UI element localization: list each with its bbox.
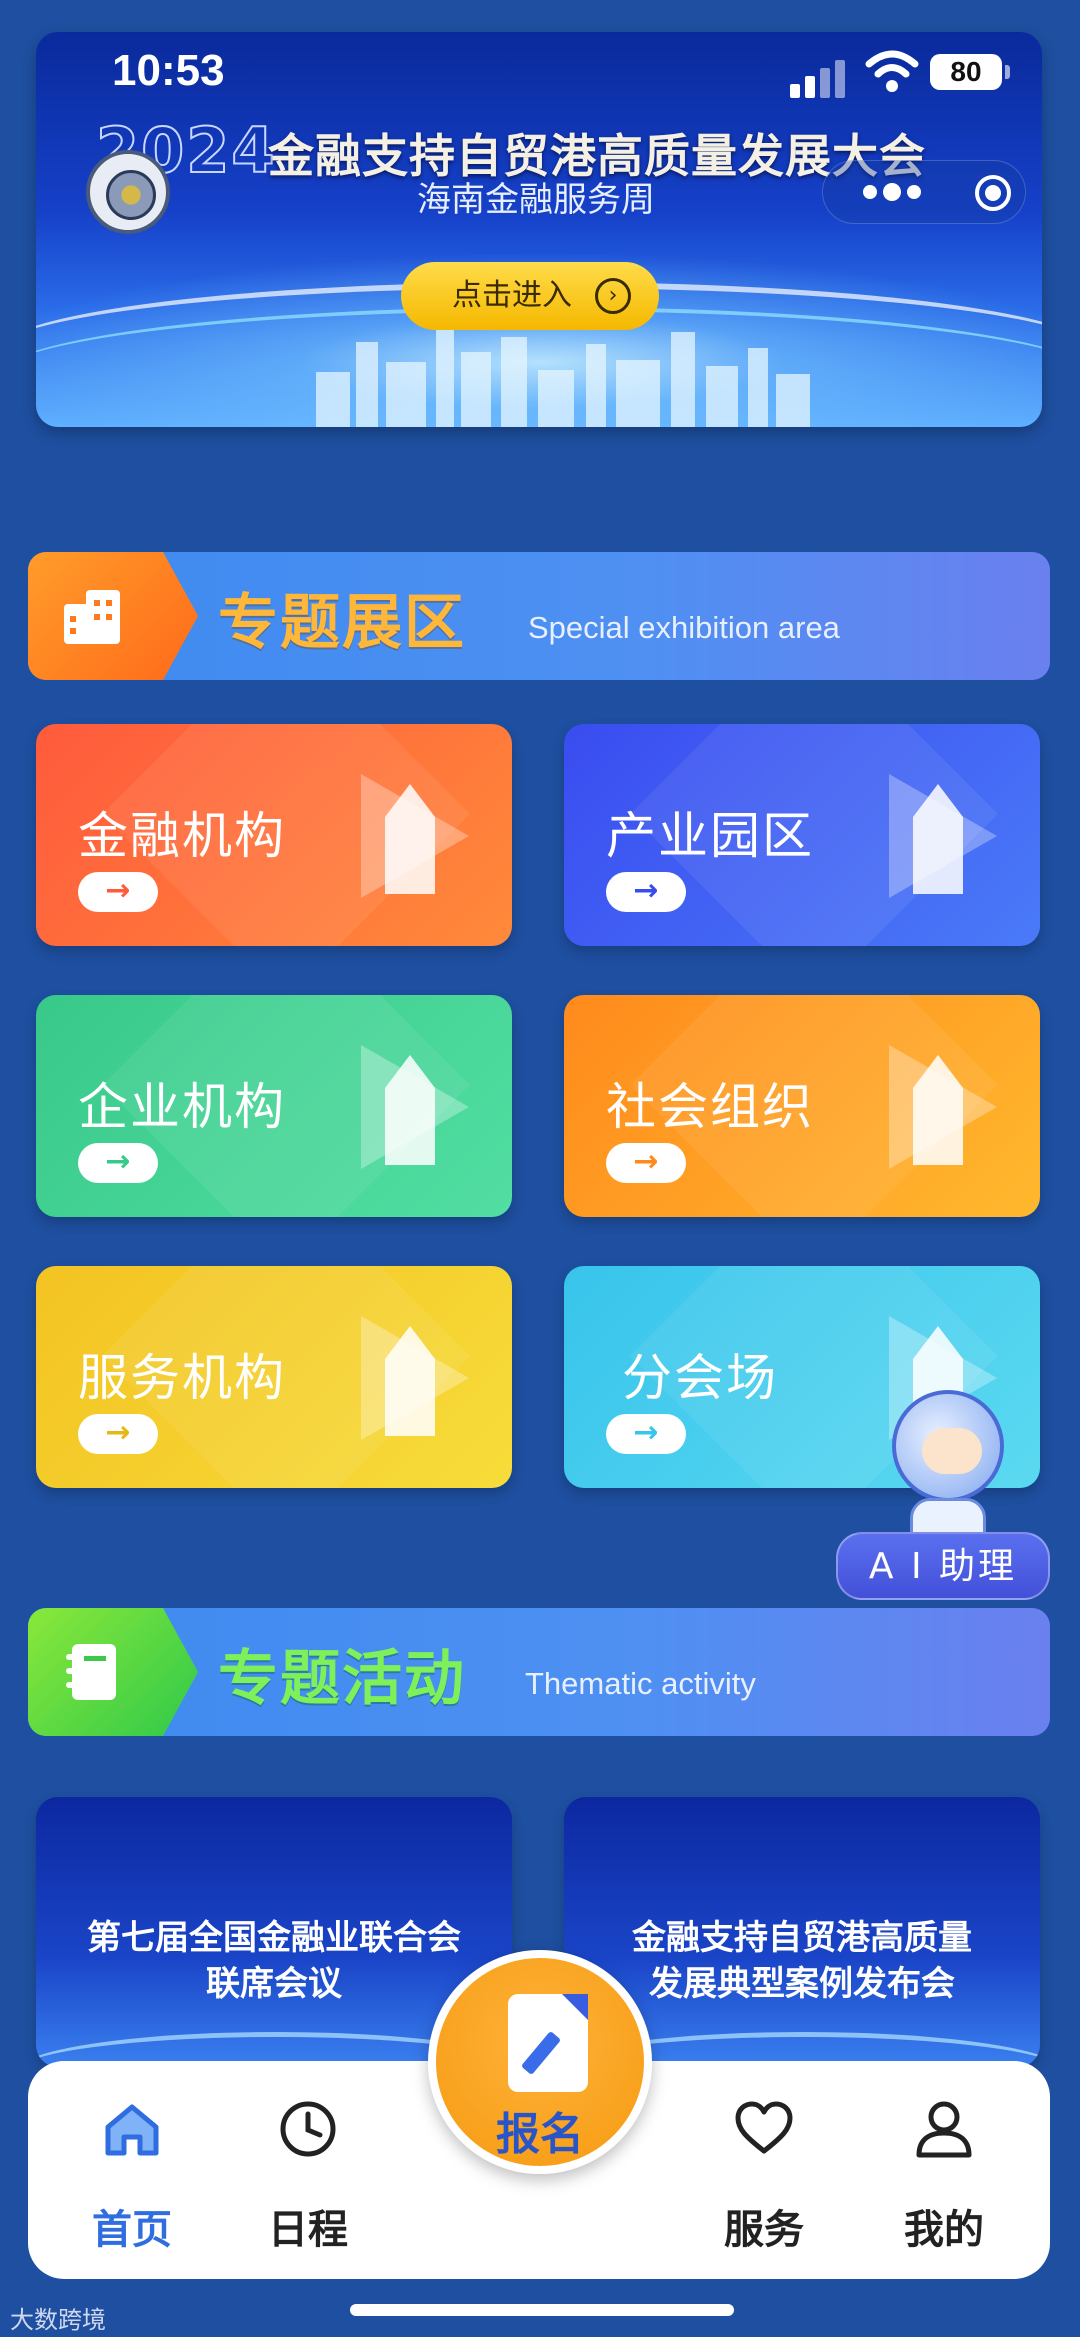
register-button[interactable]: 报名 xyxy=(428,1950,652,2174)
card-decoration xyxy=(361,774,471,899)
activity-title: 第七届全国金融业联合会 联席会议 xyxy=(36,1915,512,2007)
arrow-right-icon: → xyxy=(606,1414,686,1454)
activity-title-line: 第七届全国金融业联合会 xyxy=(87,1918,461,1958)
card-label: 产业园区 xyxy=(606,807,814,865)
section-subtitle: Special exhibition area xyxy=(528,610,840,645)
card-label: 服务机构 xyxy=(78,1349,286,1407)
activity-title: 金融支持自贸港高质量 发展典型案例发布会 xyxy=(564,1915,1040,2007)
nav-item-home[interactable]: 首页 xyxy=(72,2099,192,2259)
section-subtitle: Thematic activity xyxy=(525,1666,756,1701)
arrow-right-icon: → xyxy=(78,872,158,912)
nav-item-mine[interactable]: 我的 xyxy=(884,2099,1004,2259)
card-label: 分会场 xyxy=(622,1349,778,1407)
activity-title-line: 联席会议 xyxy=(206,1964,342,2004)
home-indicator[interactable] xyxy=(350,2304,734,2316)
banner-subtitle: 海南金融服务周 xyxy=(417,180,655,220)
arrow-right-icon: → xyxy=(606,1143,686,1183)
building-icon xyxy=(64,590,120,644)
chevron-right-circle-icon: › xyxy=(595,278,631,314)
card-decoration xyxy=(361,1045,471,1170)
category-card-industrial-park[interactable]: 产业园区 → xyxy=(564,724,1040,946)
association-logo xyxy=(86,150,170,234)
status-time: 10:53 xyxy=(112,46,225,95)
section-title: 专题活动 xyxy=(218,1644,466,1714)
category-card-social-organization[interactable]: 社会组织 → xyxy=(564,995,1040,1217)
astronaut-avatar-icon xyxy=(892,1390,1004,1502)
card-decoration xyxy=(361,1316,471,1441)
arrow-right-icon: → xyxy=(78,1414,158,1454)
home-icon xyxy=(105,2104,159,2156)
notebook-icon xyxy=(66,1644,116,1700)
register-button-label: 报名 xyxy=(496,2109,584,2160)
card-label: 社会组织 xyxy=(606,1078,814,1136)
enter-button[interactable]: 点击进入 › xyxy=(401,262,659,330)
cellular-signal-icon xyxy=(790,58,846,98)
watermark: 大数跨境 xyxy=(10,2306,106,2334)
ai-assistant-label: A I 助理 xyxy=(836,1532,1050,1600)
nav-item-service[interactable]: 服务 xyxy=(704,2099,824,2259)
arrow-right-icon: → xyxy=(606,872,686,912)
nav-item-schedule[interactable]: 日程 xyxy=(248,2099,368,2259)
activity-title-line: 发展典型案例发布会 xyxy=(649,1964,955,2004)
category-card-service-institution[interactable]: 服务机构 → xyxy=(36,1266,512,1488)
status-bar: 10:53 80 xyxy=(0,40,1080,110)
battery-indicator: 80 xyxy=(930,54,1010,90)
card-decoration xyxy=(889,774,999,899)
user-icon xyxy=(916,2101,972,2158)
card-label: 金融机构 xyxy=(78,807,286,865)
miniprogram-capsule xyxy=(822,160,1026,224)
more-dots-icon[interactable] xyxy=(863,183,923,201)
category-card-financial-institution[interactable]: 金融机构 → xyxy=(36,724,512,946)
nav-item-label: 日程 xyxy=(268,2207,348,2253)
record-icon[interactable] xyxy=(975,175,1011,211)
nav-item-label: 服务 xyxy=(724,2207,804,2253)
heart-icon xyxy=(735,2101,793,2154)
nav-item-label: 首页 xyxy=(92,2207,172,2253)
section-header-exhibition: 专题展区 Special exhibition area xyxy=(28,552,1050,680)
category-card-enterprise[interactable]: 企业机构 → xyxy=(36,995,512,1217)
activity-title-line: 金融支持自贸港高质量 xyxy=(632,1918,972,1958)
section-title: 专题展区 xyxy=(218,588,466,658)
clock-icon xyxy=(280,2101,336,2157)
card-label: 企业机构 xyxy=(78,1078,286,1136)
section-header-activity: 专题活动 Thematic activity xyxy=(28,1608,1050,1736)
ai-assistant[interactable]: A I 助理 xyxy=(836,1380,1058,1610)
arrow-right-icon: → xyxy=(78,1143,158,1183)
card-decoration xyxy=(889,1045,999,1170)
enter-button-label: 点击进入 xyxy=(452,278,572,313)
nav-item-label: 我的 xyxy=(904,2207,984,2253)
wifi-icon xyxy=(865,50,919,92)
